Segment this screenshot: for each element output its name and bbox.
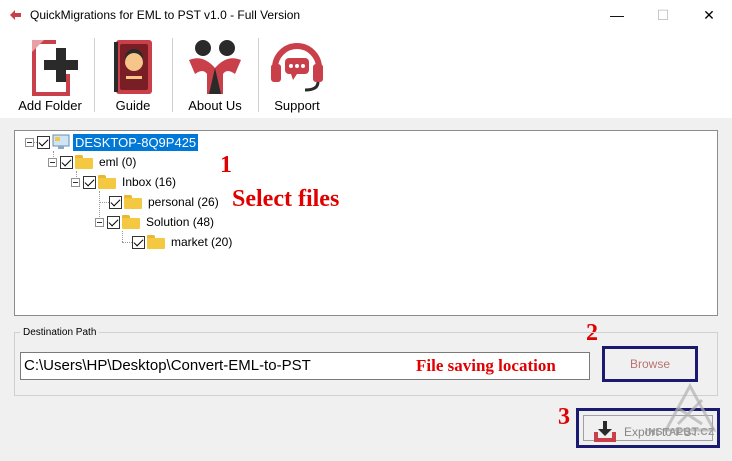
about-us-label: About Us	[188, 98, 242, 113]
tree-connector	[122, 231, 123, 242]
folder-icon	[75, 155, 93, 169]
toolbar-separator	[172, 38, 173, 112]
add-folder-icon	[32, 40, 78, 96]
toolbar-separator	[258, 38, 259, 112]
destination-path-legend: Destination Path	[20, 327, 100, 338]
collapse-toggle-icon[interactable]	[48, 157, 57, 167]
tree-node-label: eml (0)	[99, 155, 137, 169]
tree-node-label: market (20)	[171, 235, 233, 249]
toolbar-separator	[94, 38, 95, 112]
tree-node-label: DESKTOP-8Q9P425	[73, 133, 199, 151]
collapse-toggle-icon[interactable]	[71, 177, 80, 187]
node-checkbox[interactable]	[60, 155, 73, 169]
headset-icon	[271, 43, 323, 92]
folder-icon	[124, 195, 142, 209]
tree-node[interactable]: Inbox (16)	[71, 173, 178, 191]
window-title: QuickMigrations for EML to PST v1.0 - Fu…	[30, 8, 301, 22]
people-icon	[189, 40, 241, 94]
tree-node[interactable]: personal (26)	[109, 193, 221, 211]
browse-button-label: Browse	[629, 357, 670, 371]
tree-node-label: Solution (48)	[146, 215, 215, 229]
close-button[interactable]: ✕	[686, 0, 732, 30]
node-checkbox[interactable]	[132, 235, 145, 249]
about-us-button[interactable]: About Us	[178, 30, 252, 116]
tree-node-label: Inbox (16)	[122, 175, 177, 189]
node-checkbox[interactable]	[37, 135, 50, 149]
tree-node[interactable]: eml (0)	[48, 153, 138, 171]
guide-book-icon	[114, 40, 152, 94]
collapse-toggle-icon[interactable]	[25, 137, 34, 147]
step-number-3: 3	[558, 404, 570, 430]
folder-icon	[98, 175, 116, 189]
node-checkbox[interactable]	[109, 195, 122, 209]
support-button[interactable]: Support	[262, 30, 332, 116]
watermark-text: INSTALUJ.CZ	[645, 427, 715, 438]
node-checkbox[interactable]	[107, 215, 120, 229]
support-label: Support	[274, 98, 320, 113]
node-checkbox[interactable]	[83, 175, 96, 189]
add-folder-button[interactable]: Add Folder	[8, 30, 92, 116]
add-folder-label: Add Folder	[18, 98, 82, 113]
minimize-button[interactable]: —	[594, 0, 640, 30]
toolbar: Add Folder Guide About Us Support	[0, 30, 732, 118]
download-icon	[594, 421, 616, 442]
destination-path-value: C:\Users\HP\Desktop\Convert-EML-to-PST	[24, 357, 311, 374]
file-saving-location-annotation: File saving location	[416, 356, 556, 375]
select-files-annotation: Select files	[232, 186, 340, 212]
tree-node-label: personal (26)	[148, 195, 219, 209]
tree-node-root[interactable]: DESKTOP-8Q9P425	[25, 133, 199, 151]
collapse-toggle-icon[interactable]	[95, 217, 104, 227]
folder-tree[interactable]: DESKTOP-8Q9P425 eml (0) Inbox (16) perso…	[14, 130, 718, 316]
tree-node[interactable]: market (20)	[132, 233, 234, 251]
title-bar: QuickMigrations for EML to PST v1.0 - Fu…	[0, 0, 732, 30]
step-number-1: 1	[220, 152, 232, 178]
guide-button[interactable]: Guide	[100, 30, 166, 116]
guide-label: Guide	[115, 98, 151, 113]
app-logo-icon	[10, 10, 21, 20]
maximize-button[interactable]: ☐	[640, 0, 686, 30]
browse-button[interactable]: Browse	[602, 346, 698, 382]
tree-node[interactable]: Solution (48)	[95, 213, 216, 231]
folder-icon	[122, 215, 140, 229]
folder-icon	[147, 235, 165, 249]
computer-icon	[52, 134, 70, 149]
